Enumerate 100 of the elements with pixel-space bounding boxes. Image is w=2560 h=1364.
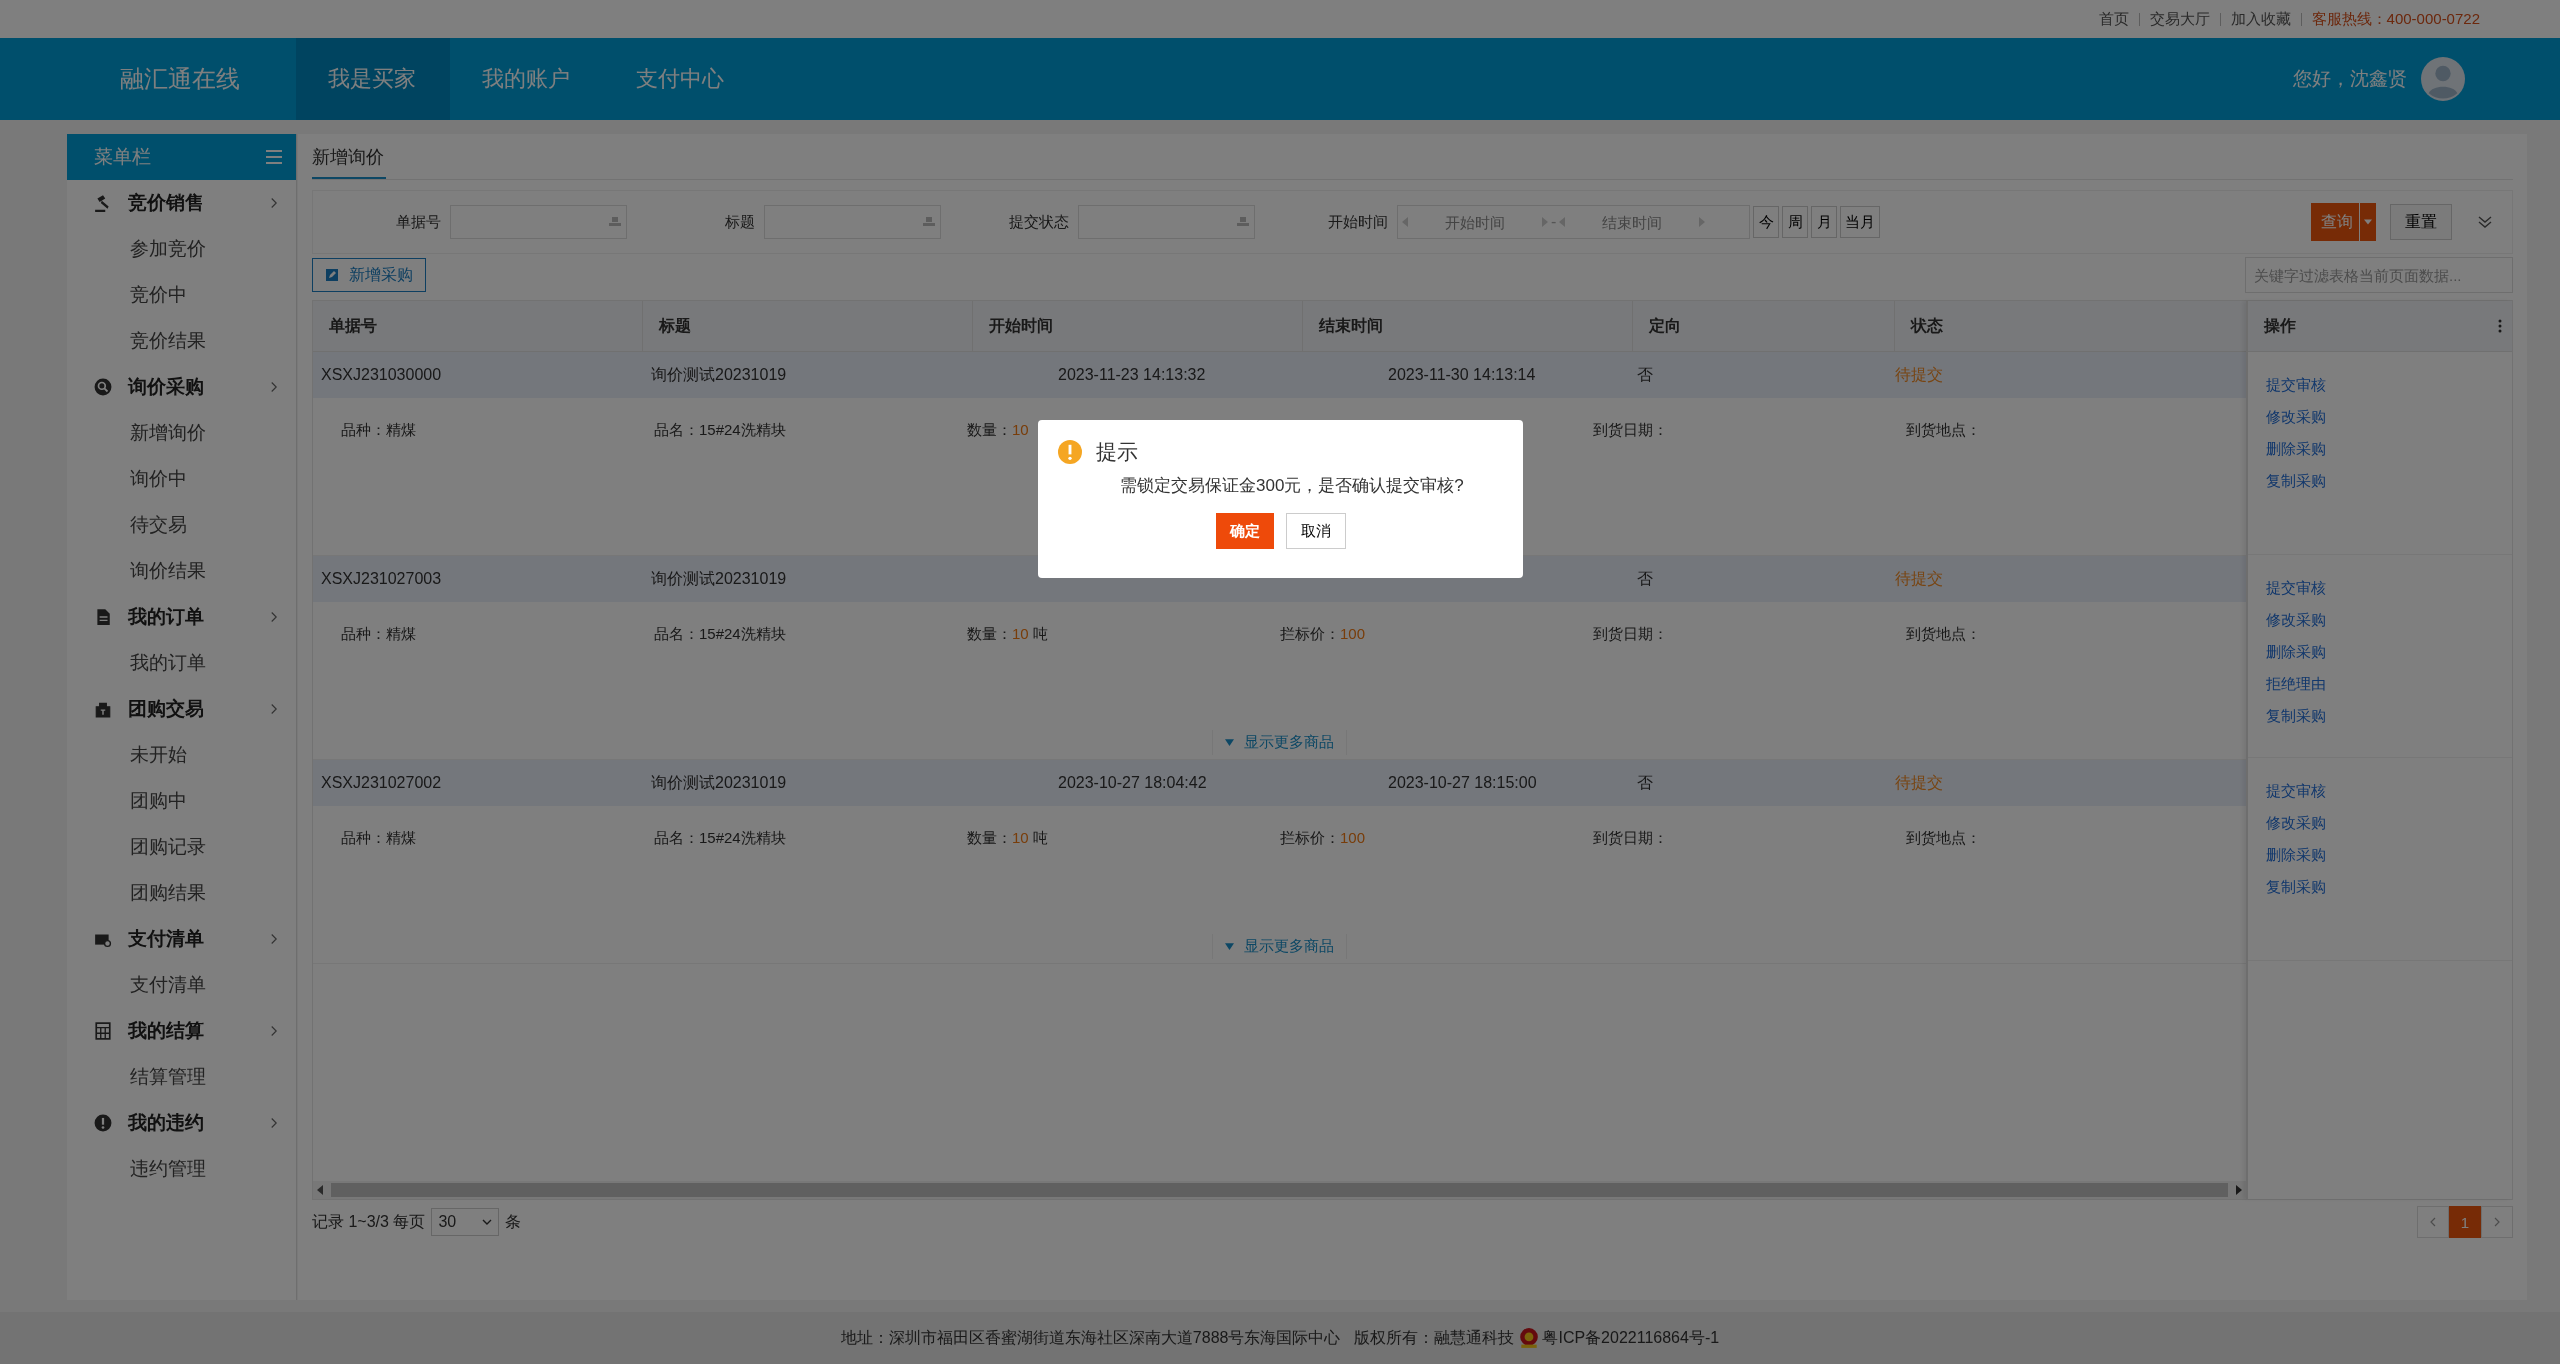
warning-icon bbox=[1058, 440, 1082, 464]
previous-page-button[interactable] bbox=[2417, 1206, 2449, 1238]
menu-group[interactable]: 支付清单 bbox=[67, 916, 296, 962]
filter-label: 开始时间 bbox=[1327, 212, 1388, 232]
table-cell: 询价测试20231019 bbox=[651, 569, 787, 587]
menu-group-label: 我的违约 bbox=[128, 1111, 205, 1135]
action-link[interactable]: 复制采购 bbox=[2266, 472, 2512, 504]
reset-button[interactable]: 重置 bbox=[2390, 204, 2452, 240]
site-logo[interactable]: 融汇通在线 bbox=[120, 63, 296, 95]
detail-text: 品种：精煤 bbox=[341, 624, 416, 642]
action-link[interactable]: 删除采购 bbox=[2266, 643, 2512, 675]
menu-group[interactable]: 我的结算 bbox=[67, 1008, 296, 1054]
alert-icon bbox=[94, 1114, 112, 1132]
action-link[interactable]: 复制采购 bbox=[2266, 878, 2512, 910]
show-more-link[interactable]: 显示更多商品 bbox=[1212, 934, 1347, 959]
action-link[interactable]: 提交审核 bbox=[2266, 782, 2512, 814]
table-cell: XSXJ231027003 bbox=[321, 570, 442, 587]
table-cell: 询价测试20231019 bbox=[651, 773, 787, 791]
query-button[interactable]: 查询 bbox=[2311, 203, 2376, 241]
action-link[interactable]: 修改采购 bbox=[2266, 408, 2512, 440]
action-link[interactable]: 提交审核 bbox=[2266, 579, 2512, 611]
action-link[interactable]: 修改采购 bbox=[2266, 611, 2512, 643]
double-chevron-down-icon bbox=[2478, 216, 2492, 228]
menu-item[interactable]: 团购记录 bbox=[67, 824, 296, 870]
action-link[interactable]: 提交审核 bbox=[2266, 376, 2512, 408]
top-link[interactable]: 交易大厅 bbox=[2139, 9, 2220, 29]
menu-group[interactable]: 团购交易 bbox=[67, 686, 296, 732]
nav-tab[interactable]: 我是买家 bbox=[296, 38, 450, 120]
menu-item[interactable]: 竞价中 bbox=[67, 272, 296, 318]
confirm-button[interactable]: 确定 bbox=[1215, 513, 1274, 549]
menu-title: 菜单栏 bbox=[94, 145, 151, 169]
menu-item[interactable]: 待交易 bbox=[67, 502, 296, 548]
icp-text: 粤ICP备2022116864号-1 bbox=[1542, 1327, 1720, 1348]
status-text: 待提交 bbox=[1895, 365, 1943, 383]
menu-group[interactable]: 我的违约 bbox=[67, 1100, 296, 1146]
filter-label: 单据号 bbox=[395, 212, 441, 232]
quick-date-button[interactable]: 今 bbox=[1753, 206, 1779, 238]
nav-tab[interactable]: 支付中心 bbox=[604, 38, 758, 120]
add-purchase-button[interactable]: 新增采购 bbox=[312, 258, 426, 292]
detail-text: 到货地点： bbox=[1906, 420, 1981, 438]
menu-item[interactable]: 新增询价 bbox=[67, 410, 296, 456]
menu-item[interactable]: 结算管理 bbox=[67, 1054, 296, 1100]
filter-label: 标题 bbox=[724, 212, 755, 232]
chevron-down-icon bbox=[482, 1219, 493, 1225]
menu-item[interactable]: 询价中 bbox=[67, 456, 296, 502]
nav-tab[interactable]: 我的账户 bbox=[450, 38, 604, 120]
table-cell: 否 bbox=[1637, 569, 1653, 587]
quick-date-button[interactable]: 月 bbox=[1811, 206, 1837, 238]
date-separator: - bbox=[1551, 213, 1557, 231]
detail-text: 数量：10 吨 bbox=[967, 828, 1048, 846]
menu-group[interactable]: 竞价销售 bbox=[67, 180, 296, 226]
page-size-select[interactable]: 30 bbox=[431, 1208, 500, 1236]
show-more-link[interactable]: 显示更多商品 bbox=[1212, 730, 1347, 755]
detail-text: 到货地点： bbox=[1906, 624, 1981, 642]
chevron-right-icon bbox=[269, 1025, 278, 1037]
menu-item[interactable]: 参加竞价 bbox=[67, 226, 296, 272]
table-cell: 询价测试20231019 bbox=[651, 365, 787, 383]
table-cell: XSXJ231030000 bbox=[321, 366, 442, 383]
menu-group[interactable]: 我的订单 bbox=[67, 594, 296, 640]
record-summary: 记录 1~3/3 每页 bbox=[312, 1211, 426, 1232]
menu-item[interactable]: 我的订单 bbox=[67, 640, 296, 686]
next-page-button[interactable] bbox=[2481, 1206, 2513, 1238]
menu-group-label: 询价采购 bbox=[128, 375, 205, 399]
column-header: 标题 bbox=[643, 301, 973, 351]
column-header: 操作 bbox=[2264, 315, 2296, 336]
quick-date-button[interactable]: 周 bbox=[1782, 206, 1808, 238]
column-header: 单据号 bbox=[313, 301, 643, 351]
horizontal-scrollbar[interactable] bbox=[313, 1181, 2246, 1199]
menu-item[interactable]: 违约管理 bbox=[67, 1146, 296, 1192]
hotline-link[interactable]: 客服热线：400-000-0722 bbox=[2301, 9, 2480, 29]
action-link[interactable]: 删除采购 bbox=[2266, 846, 2512, 878]
menu-item[interactable]: 支付清单 bbox=[67, 962, 296, 1008]
action-link[interactable]: 拒绝理由 bbox=[2266, 675, 2512, 707]
chevron-left-icon bbox=[2430, 1217, 2436, 1227]
menu-item[interactable]: 竞价结果 bbox=[67, 318, 296, 364]
triangle-icon bbox=[1402, 217, 1408, 227]
input-field[interactable] bbox=[1078, 205, 1255, 239]
detail-text: 拦标价：100 bbox=[1280, 828, 1366, 846]
menu-group[interactable]: 询价采购 bbox=[67, 364, 296, 410]
triangle-right-icon bbox=[2236, 1185, 2242, 1195]
top-link[interactable]: 首页 bbox=[2088, 9, 2139, 29]
column-header: 定向 bbox=[1633, 301, 1895, 351]
action-link[interactable]: 修改采购 bbox=[2266, 814, 2512, 846]
caret-down-icon bbox=[1225, 943, 1234, 950]
menu-group-label: 竞价销售 bbox=[128, 191, 205, 215]
menu-item[interactable]: 团购结果 bbox=[67, 870, 296, 916]
input-field[interactable] bbox=[450, 205, 627, 239]
action-link[interactable]: 删除采购 bbox=[2266, 440, 2512, 472]
action-link[interactable]: 复制采购 bbox=[2266, 707, 2512, 739]
menu-item[interactable]: 询价结果 bbox=[67, 548, 296, 594]
page-tab[interactable]: 新增询价 bbox=[312, 145, 386, 179]
page-number-button[interactable]: 1 bbox=[2449, 1206, 2481, 1238]
menu-item[interactable]: 未开始 bbox=[67, 732, 296, 778]
cancel-button[interactable]: 取消 bbox=[1285, 513, 1346, 549]
input-field[interactable] bbox=[764, 205, 941, 239]
quick-date-button[interactable]: 当月 bbox=[1840, 206, 1880, 238]
detail-text: 品名：15#24洗精块 bbox=[654, 624, 786, 642]
top-link[interactable]: 加入收藏 bbox=[2220, 9, 2301, 29]
menu-item[interactable]: 团购中 bbox=[67, 778, 296, 824]
detail-text: 到货地点： bbox=[1906, 828, 1981, 846]
